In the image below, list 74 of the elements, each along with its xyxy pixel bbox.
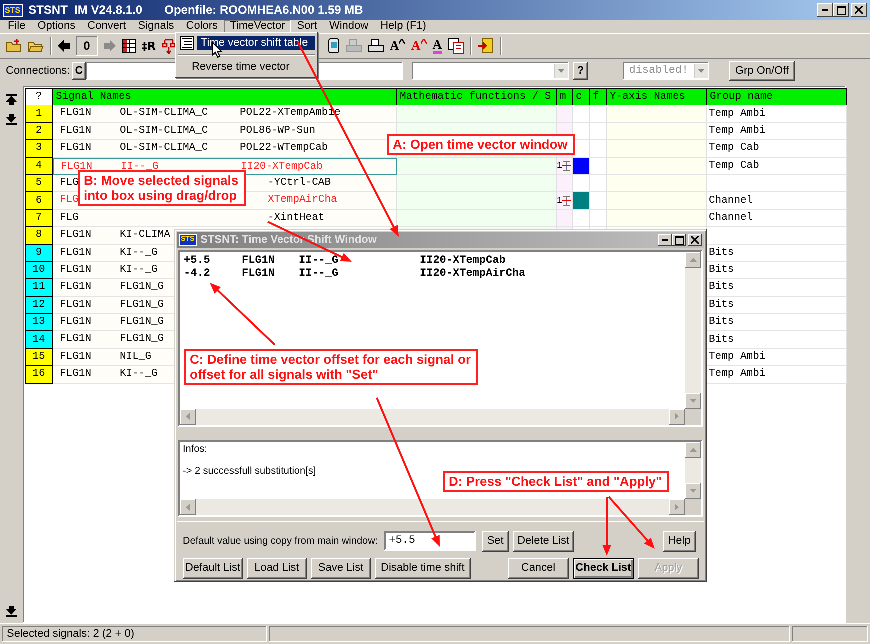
signal-name-text: FLG1N [60, 316, 92, 328]
group-name-text: Bits [709, 316, 734, 328]
group-name-text: Bits [709, 281, 734, 294]
menu-option-text: Reverse time vector [192, 61, 290, 73]
signal-name-text: OL-SIM-CLIMA_C [120, 142, 208, 154]
signal-name-text: KI-CLIMA [120, 229, 170, 242]
signal-name-text: KI--_G [120, 368, 158, 380]
signal-name-text: FLG1N [60, 281, 92, 294]
signal-name-text: II20-XTempCab [241, 160, 323, 173]
signal-name-text: POL86-WP-Sun [240, 124, 316, 137]
signal-name-text: FLG1N [60, 333, 92, 346]
info-text: -> 2 successfull substitution[s] [183, 466, 316, 477]
list-entry-text: -4.2 [184, 268, 210, 280]
app-logo: STS [3, 4, 23, 16]
signal-name-text: OL-SIM-CLIMA_C [120, 124, 208, 137]
signal-name-text: KI--_G [120, 246, 158, 259]
list-entry-text: II--_G [299, 255, 339, 267]
signal-name-text: FLG [60, 176, 79, 189]
group-name-text: Bits [709, 298, 734, 311]
signal-name-text: FLG1N_G [120, 316, 164, 328]
status-text: Selected signals: 2 (2 + 0) [2, 626, 267, 642]
marker-text: 1 [557, 196, 562, 206]
signal-name-text: FLG1N [60, 298, 92, 311]
group-name-text: Temp Cab [709, 142, 760, 154]
group-name-text: Bits [709, 264, 734, 276]
dropdown-value: disabled! [628, 65, 689, 77]
default-value-label: Default value using copy from main window: [183, 536, 378, 546]
signal-name-text: OL-SIM-CLIMA_C [120, 107, 208, 120]
group-name-text: Bits [709, 334, 734, 346]
signal-name-text: KI--_G [120, 264, 158, 276]
marker-text: 1 [557, 160, 562, 171]
signal-name-text: FLG1N [60, 264, 92, 276]
group-name-text: Channel [709, 194, 754, 207]
group-name-text: Temp Cab [709, 160, 760, 172]
list-entry-text: FLG1N [242, 268, 276, 280]
signal-name-text: FLG1N_G [120, 333, 164, 346]
group-name-text: Temp Ambi [709, 351, 766, 364]
signal-name-text: FLG [60, 194, 79, 206]
group-name-text: Temp Ambi [709, 368, 766, 380]
callout-tooltip: A: Open time vector window [387, 134, 575, 155]
signal-name-text: FLG1N_G [120, 298, 164, 311]
menu-option-text: Time vector shift table [197, 36, 315, 50]
list-entry-text: II20-XTempAirCha [420, 268, 526, 280]
list-entry-text: FLG1N [242, 255, 276, 267]
list-entry-text: +5.5 [184, 255, 210, 267]
signal-name-text: -YCtrl-CAB [268, 176, 332, 189]
signal-name-text: FLG1N [61, 160, 93, 173]
group-name-text: Channel [709, 212, 754, 224]
signal-name-text: XTempAirCha [268, 194, 338, 206]
signal-name-text: FLG1N [60, 246, 92, 259]
signal-name-text: FLG1N [60, 107, 92, 120]
signal-name-text: FLG1N [60, 368, 92, 380]
list-entry-text: II20-XTempCab [420, 255, 506, 267]
group-name-text: Bits [709, 246, 734, 259]
signal-name-text: FLG1N [60, 350, 92, 363]
signal-name-text: NIL_G [120, 350, 152, 363]
group-name-text: Temp Ambi [709, 124, 766, 137]
connections-label: Connections: [6, 65, 70, 77]
signal-name-text: FLG1N [60, 142, 92, 154]
list-entry-text: II--_G [299, 268, 339, 280]
window-title: STSNT_IM V24.8.1.0 [28, 3, 143, 17]
callout-tooltip: B: Move selected signals into box using drag/drop [78, 170, 246, 206]
signal-name-text: FLG1N [60, 124, 92, 137]
signal-name-text: FLG1N_G [120, 281, 164, 294]
signal-name-text: II--_G [121, 160, 159, 173]
signal-name-text: FLG1N [60, 229, 92, 242]
callout-tooltip: C: Define time vector offset for each signal or offset for all signals with "Set" [184, 349, 478, 385]
signal-name-text: -XintHeat [268, 212, 325, 224]
callout-tooltip: D: Press "Check List" and "Apply" [443, 471, 670, 492]
signal-name-text: FLG [60, 212, 79, 224]
group-name-text: Temp Ambi [709, 108, 766, 120]
info-text: Infos: [183, 444, 208, 455]
signal-name-text: POL22-WTempCab [240, 142, 328, 154]
open-file-info: Openfile: ROOMHEA6.N00 1.59 MB [164, 3, 364, 17]
